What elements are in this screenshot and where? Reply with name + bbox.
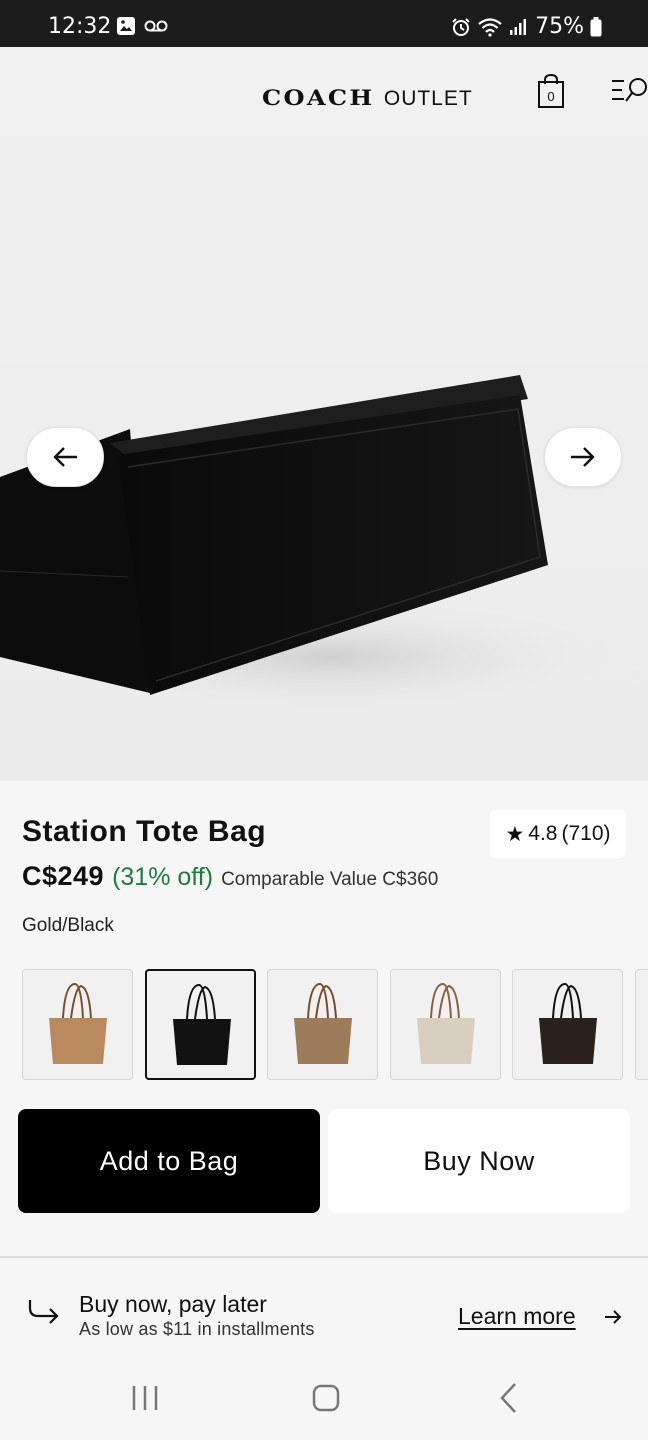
color-swatch-signature-khaki[interactable] [267,969,378,1080]
add-to-bag-button[interactable]: Add to Bag [18,1109,320,1213]
arrow-right-icon [605,1310,622,1324]
swatch-bag-image [416,982,475,1064]
gallery-next-button[interactable] [544,427,622,487]
color-swatch-tan[interactable] [22,969,133,1080]
wifi-icon [478,17,502,37]
back-icon[interactable] [494,1382,524,1414]
voicemail-icon [144,20,168,32]
color-swatch-black[interactable] [144,969,256,1080]
buy-now-pay-later-banner: Buy now, pay later As low as $11 in inst… [0,1258,648,1360]
product-info: Station Tote Bag ★ 4.8 (710) C$249 (31% … [0,781,648,1257]
site-header: COACH OUTLET 0 [0,47,648,137]
product-title: Station Tote Bag [22,815,267,848]
signal-icon [510,18,527,35]
swatch-bag-image [172,983,231,1065]
status-bar: 12:32 75% [0,0,648,47]
color-swatches [22,969,648,1081]
sale-price: C$249 [22,861,105,891]
color-swatch-signature-chalk[interactable] [389,969,501,1080]
coach-outlet-logo[interactable]: COACH OUTLET [262,85,473,111]
discount-label: (31% off) [112,863,214,891]
comparable-value: Comparable Value C$360 [221,869,439,890]
color-swatch-signature-brown-black[interactable] [512,969,623,1080]
gallery-prev-button[interactable] [26,427,104,487]
logo-coach-text: COACH [262,85,375,110]
curved-arrow-icon [28,1300,59,1324]
product-image-gallery[interactable] [0,137,648,781]
bnpl-title: Buy now, pay later [79,1291,267,1317]
rating-badge[interactable]: ★ 4.8 (710) [490,810,626,858]
price-row: C$249 (31% off) Comparable Value C$360 [22,861,438,892]
arrow-left-icon [53,447,77,467]
battery-percent: 75% [535,14,584,39]
bnpl-subtitle: As low as $11 in installments [79,1319,315,1339]
logo-outlet-text: OUTLET [383,87,473,110]
recent-apps-icon[interactable] [130,1382,160,1414]
arrow-right-icon [571,447,595,467]
menu-search-icon [612,78,647,102]
swatch-bag-image [294,982,352,1064]
bag-count: 0 [547,89,554,104]
color-swatch-more[interactable] [634,969,648,1080]
alarm-icon [452,17,470,36]
menu-search-button[interactable] [610,77,648,107]
battery-icon [590,16,602,36]
swatch-bag-image [539,982,597,1064]
shopping-bag-icon: 0 [538,73,564,108]
buy-now-button[interactable]: Buy Now [328,1109,630,1213]
rating-count: (710) [561,822,611,845]
selected-color-name: Gold/Black [22,915,114,936]
rating-value: 4.8 [528,822,558,845]
swatch-bag-image [49,982,107,1064]
shopping-bag-button[interactable]: 0 [536,73,566,109]
status-time: 12:32 [48,14,112,39]
system-navigation-bar [0,1360,648,1440]
home-icon[interactable] [311,1382,341,1414]
image-icon [117,17,135,35]
learn-more-link[interactable]: Learn more [458,1303,576,1330]
star-icon: ★ [505,822,525,846]
